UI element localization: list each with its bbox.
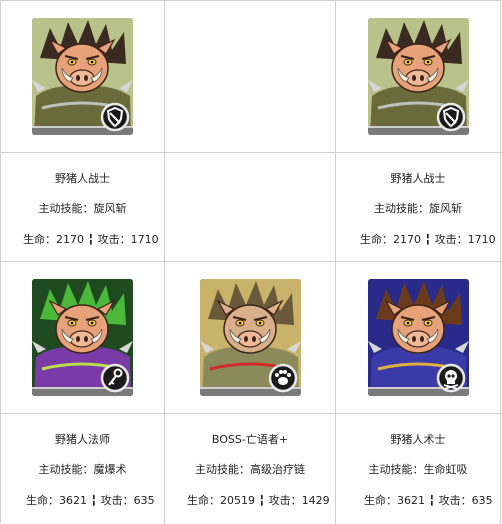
- unit-stats: 生命：3621 ╏ 攻击：635: [364, 494, 493, 507]
- portrait-art: [367, 18, 469, 135]
- unit-name: 野猪人战士: [55, 172, 110, 185]
- divider: [500, 1, 501, 524]
- card-portrait-cell: [1, 262, 164, 413]
- unit-name: 野猪人术士: [390, 433, 446, 446]
- boar-mage-portrait[interactable]: [32, 279, 133, 396]
- unit-stats: 生命：2170 ╏ 攻击：1710: [23, 233, 159, 246]
- portrait-art: [367, 279, 469, 396]
- boar-warlock-portrait[interactable]: [367, 279, 469, 396]
- card-info: BOSS-亡语者+ 主动技能：高级治疗链 生命：20519 ╏ 攻击：1429: [165, 414, 335, 524]
- unit-skill: 主动技能：高级治疗链: [195, 463, 305, 476]
- card-portrait-cell: [336, 262, 500, 413]
- shield-icon: [436, 102, 465, 132]
- card-portrait-cell: [336, 1, 500, 152]
- portrait-art: [32, 18, 133, 135]
- card-info: 野猪人战士 主动技能：旋风斩 生命：2170 ╏ 攻击：1710: [1, 153, 164, 261]
- unit-skill: 主动技能：魔爆术: [38, 463, 127, 476]
- empty-cell: [165, 1, 335, 152]
- empty-info: [165, 153, 335, 261]
- unit-stats: 生命：20519 ╏ 攻击：1429: [187, 494, 330, 507]
- unit-name: 野猪人法师: [55, 433, 110, 446]
- card-table: 野猪人战士 主动技能：旋风斩 生命：2170 ╏ 攻击：1710 野猪人战士 主…: [0, 0, 502, 524]
- portrait-art: [32, 279, 133, 396]
- unit-skill: 主动技能：旋风斩: [38, 202, 127, 215]
- unit-name: 野猪人战士: [390, 172, 446, 185]
- card-info: 野猪人战士 主动技能：旋风斩 生命：2170 ╏ 攻击：1710: [336, 153, 500, 261]
- boar-warrior-portrait[interactable]: [32, 18, 133, 135]
- card-portrait-cell: [1, 1, 164, 152]
- boar-warrior-portrait[interactable]: [367, 18, 469, 135]
- portrait-art: [199, 279, 301, 396]
- skull-icon: [436, 363, 465, 393]
- unit-skill: 主动技能：生命虹吸: [368, 463, 468, 476]
- key-staff-icon: [100, 363, 130, 393]
- card-portrait-cell: [165, 262, 335, 413]
- unit-skill: 主动技能：旋风斩: [374, 202, 462, 215]
- card-info: 野猪人法师 主动技能：魔爆术 生命：3621 ╏ 攻击：635: [1, 414, 164, 524]
- card-info: 野猪人术士 主动技能：生命虹吸 生命：3621 ╏ 攻击：635: [336, 414, 500, 524]
- shield-icon: [100, 102, 130, 132]
- paw-icon: [268, 363, 297, 393]
- unit-name: BOSS-亡语者+: [211, 433, 289, 446]
- unit-stats: 生命：2170 ╏ 攻击：1710: [360, 233, 496, 246]
- boss-portrait[interactable]: [199, 279, 301, 396]
- unit-stats: 生命：3621 ╏ 攻击：635: [26, 494, 155, 507]
